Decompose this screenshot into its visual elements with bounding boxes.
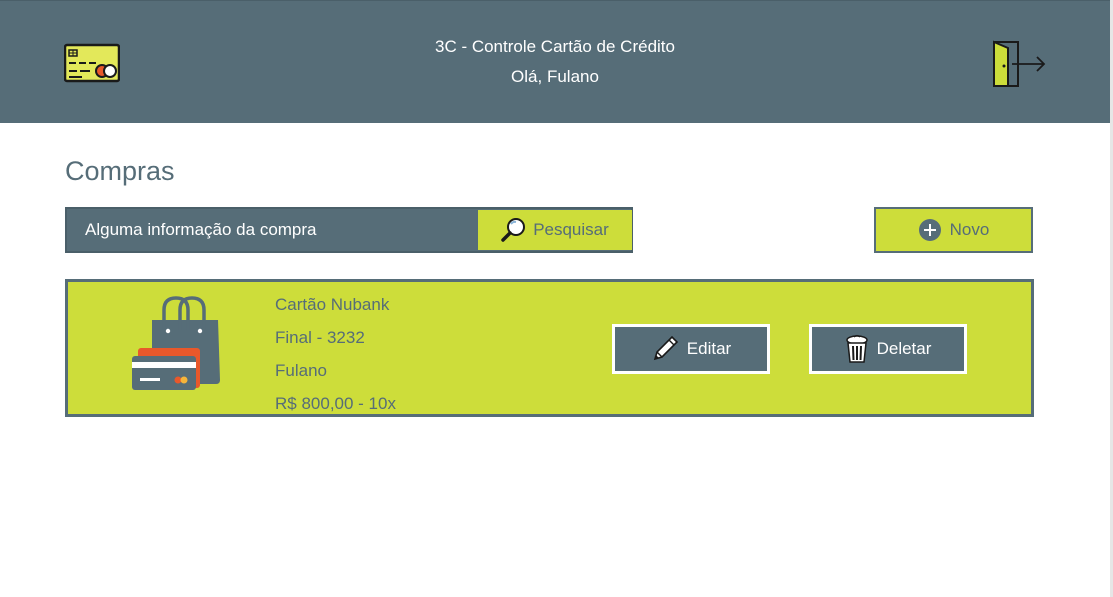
- search-bar: Pesquisar: [65, 207, 633, 253]
- exit-door-icon[interactable]: [986, 38, 1048, 90]
- app-title: 3C - Controle Cartão de Crédito: [434, 37, 675, 56]
- purchase-details: Cartão Nubank Final - 3232 Fulano R$ 800…: [275, 288, 396, 420]
- credit-card-icon: [63, 43, 121, 83]
- plus-circle-icon: [918, 218, 942, 242]
- delete-button[interactable]: Deletar: [809, 324, 967, 374]
- search-input[interactable]: [67, 209, 477, 251]
- page-title: Compras: [65, 156, 175, 186]
- delete-button-label: Deletar: [876, 339, 932, 358]
- purchase-card: Cartão Nubank Final - 3232 Fulano R$ 800…: [65, 279, 1034, 417]
- new-purchase-button[interactable]: Novo: [874, 207, 1033, 253]
- card-final-digits: Final - 3232: [275, 328, 365, 347]
- pencil-icon: [651, 335, 679, 363]
- card-name: Cartão Nubank: [275, 295, 390, 314]
- purchase-amount: R$ 800,00 - 10x: [275, 394, 396, 413]
- magnifier-icon: [501, 217, 527, 243]
- search-button[interactable]: Pesquisar: [478, 210, 632, 250]
- app-header: 3C - Controle Cartão de Crédito Olá, Ful…: [0, 0, 1110, 123]
- card-holder: Fulano: [275, 361, 327, 380]
- new-purchase-label: Novo: [949, 220, 990, 239]
- edit-button[interactable]: Editar: [612, 324, 770, 374]
- shopping-bag-card-icon: [128, 294, 228, 394]
- search-button-label: Pesquisar: [533, 220, 609, 239]
- user-greeting: Olá, Fulano: [511, 67, 599, 86]
- edit-button-label: Editar: [686, 339, 732, 358]
- trash-icon: [845, 334, 869, 364]
- header-titles: 3C - Controle Cartão de Crédito Olá, Ful…: [355, 35, 755, 89]
